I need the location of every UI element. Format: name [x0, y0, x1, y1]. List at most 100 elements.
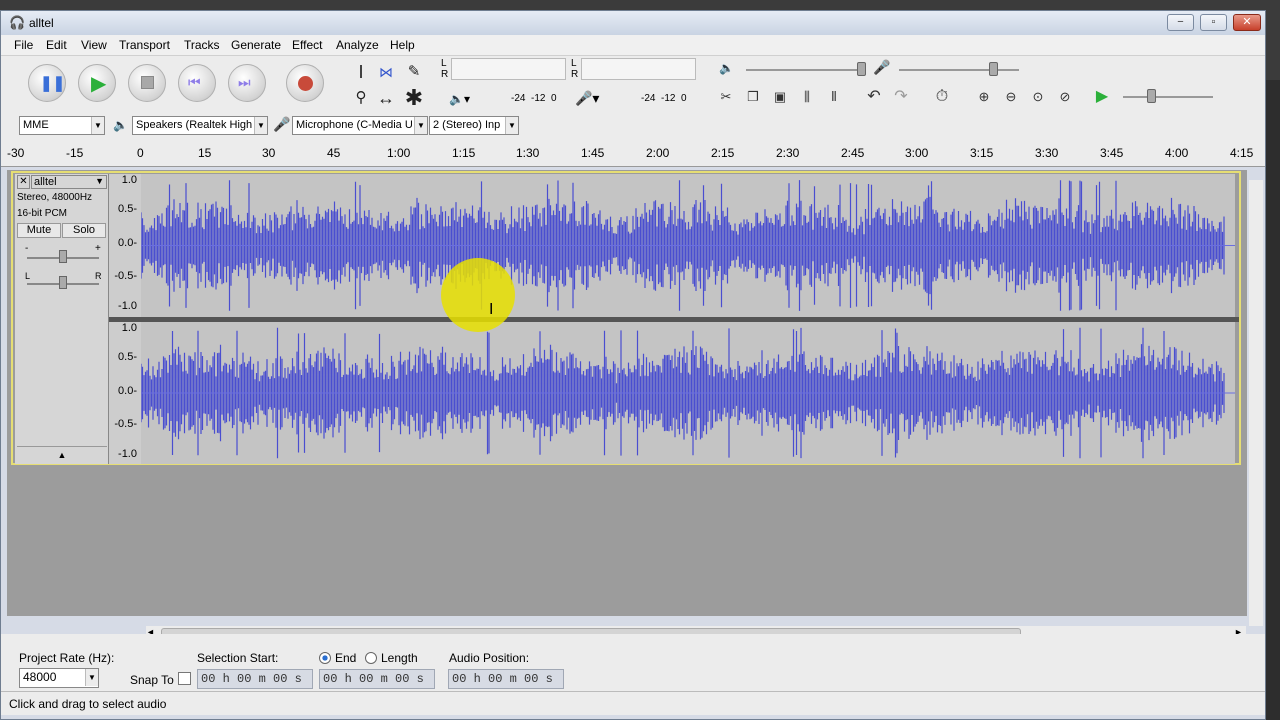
output-device-select[interactable]: Speakers (Realtek High ▼	[132, 116, 268, 135]
mute-button[interactable]: Mute	[17, 223, 61, 238]
collapse-track-button[interactable]: ▲	[17, 446, 107, 462]
speaker-icon[interactable]: 🔈▾	[449, 92, 470, 106]
length-radio[interactable]	[365, 652, 377, 664]
ruler-label: 3:30	[1035, 146, 1059, 160]
close-window-button[interactable]: ✕	[1233, 14, 1261, 31]
output-volume-thumb[interactable]	[857, 62, 866, 76]
menu-help[interactable]: Help	[390, 38, 415, 52]
menu-effect[interactable]: Effect	[292, 38, 322, 52]
menu-analyze[interactable]: Analyze	[336, 38, 379, 52]
output-volume-slider[interactable]	[746, 69, 866, 71]
input-device-select[interactable]: Microphone (C-Media U ▼	[292, 116, 428, 135]
play-speed-thumb[interactable]	[1147, 89, 1156, 103]
play-speed-slider[interactable]	[1123, 96, 1213, 98]
snap-to-label: Snap To	[130, 673, 174, 687]
record-button[interactable]	[286, 64, 324, 102]
input-volume-slider[interactable]	[899, 69, 1019, 71]
microphone-icon[interactable]: 🎤▾	[575, 90, 599, 107]
selection-start-value: 00 h 00 m 00 s	[201, 672, 302, 686]
pan-left-label: L	[25, 271, 31, 281]
timeline-ruler[interactable]: -30 -15 0 15 30 45 1:00 1:15 1:30 1:45 2…	[1, 142, 1265, 167]
track-area[interactable]: ✕ alltel ▼ Stereo, 48000Hz 16-bit PCM Mu…	[7, 170, 1263, 626]
vertical-scrollbar[interactable]	[1249, 180, 1263, 626]
vertical-scale-right-channel[interactable]: 1.0 0.5- 0.0- -0.5- -1.0	[109, 322, 141, 464]
title-bar: 🎧 alltel − ▫ ✕	[1, 11, 1265, 35]
menu-file[interactable]: File	[14, 38, 33, 52]
cut-icon[interactable]: ✂	[715, 85, 737, 107]
input-channels-select[interactable]: 2 (Stereo) Inp ▼	[429, 116, 519, 135]
audio-track[interactable]: ✕ alltel ▼ Stereo, 48000Hz 16-bit PCM Mu…	[11, 171, 1241, 465]
selection-end-value: 00 h 00 m 00 s	[323, 672, 424, 686]
stop-button[interactable]	[128, 64, 166, 102]
background-window-edge	[1266, 80, 1280, 720]
close-icon[interactable]: ✕	[17, 175, 30, 189]
silence-icon[interactable]: ⫴	[823, 85, 845, 107]
vertical-scale-left-channel[interactable]: 1.0 0.5- 0.0- -0.5- -1.0	[109, 174, 141, 317]
toolbars: ❚❚ ▶ ⏮ ⏭ I ⋈ ✎ ⚲ ↔ ✱ L R L R 🔈▾ -24 -12 …	[1, 55, 1265, 150]
selection-end-time[interactable]: 00 h 00 m 00 s	[319, 669, 435, 689]
meter-right-label: R	[441, 69, 449, 80]
menu-edit[interactable]: Edit	[46, 38, 67, 52]
menu-transport[interactable]: Transport	[119, 38, 170, 52]
ruler-label: 15	[198, 146, 212, 160]
fit-selection-icon[interactable]: ⊙	[1027, 85, 1049, 107]
gain-slider-thumb[interactable]	[59, 250, 67, 263]
chevron-down-icon: ▼	[414, 117, 427, 134]
ruler-label: 1:45	[581, 146, 605, 160]
play-button[interactable]: ▶	[78, 64, 116, 102]
undo-icon[interactable]: ↶	[863, 85, 885, 107]
selection-start-time[interactable]: 00 h 00 m 00 s	[197, 669, 313, 689]
zoom-tool-icon[interactable]: ⚲	[349, 86, 373, 110]
trim-icon[interactable]: ⫼	[796, 85, 818, 107]
fit-project-icon[interactable]: ⊘	[1054, 85, 1076, 107]
selection-tool-icon[interactable]: I	[349, 60, 373, 84]
track-name-menu[interactable]: alltel ▼	[31, 175, 107, 189]
audio-host-select[interactable]: MME ▼	[19, 116, 105, 135]
maximize-button[interactable]: ▫	[1200, 14, 1227, 31]
zoom-in-icon[interactable]: ⊕	[973, 85, 995, 107]
playback-meter-scale: -24 -12 0	[511, 93, 557, 104]
input-channels-value: 2 (Stereo) Inp	[433, 119, 501, 131]
sync-lock-icon[interactable]: ⏱	[931, 85, 953, 107]
audio-position-time[interactable]: 00 h 00 m 00 s	[448, 669, 564, 689]
track-bitdepth-info: 16-bit PCM	[17, 208, 68, 219]
input-volume-thumb[interactable]	[989, 62, 998, 76]
ruler-label: 4:00	[1165, 146, 1189, 160]
menu-view[interactable]: View	[81, 38, 107, 52]
snap-to-checkbox[interactable]	[178, 672, 191, 685]
redo-icon[interactable]: ↷	[890, 85, 912, 107]
minimize-button[interactable]: −	[1167, 14, 1194, 31]
solo-label: Solo	[72, 224, 96, 236]
pan-slider-thumb[interactable]	[59, 276, 67, 289]
window-title: alltel	[29, 16, 54, 30]
paste-icon[interactable]: ▣	[769, 85, 791, 107]
ruler-label: 1:30	[516, 146, 540, 160]
menu-generate[interactable]: Generate	[231, 38, 281, 52]
skip-to-start-button[interactable]: ⏮	[178, 64, 216, 102]
ruler-label: 2:45	[841, 146, 865, 160]
copy-icon[interactable]: ❐	[742, 85, 764, 107]
waveform-right-channel[interactable]	[141, 322, 1235, 464]
timeshift-tool-icon[interactable]: ↔	[374, 86, 398, 110]
output-volume-icon: 🔈	[719, 61, 734, 75]
ruler-label: 2:30	[776, 146, 800, 160]
multi-tool-icon[interactable]: ✱	[402, 86, 426, 110]
play-at-speed-icon[interactable]: ▶	[1091, 85, 1113, 107]
playback-meter[interactable]	[451, 58, 566, 80]
end-radio[interactable]	[319, 652, 331, 664]
pause-button[interactable]: ❚❚	[28, 64, 66, 102]
record-meter[interactable]	[581, 58, 696, 80]
waveform-left-channel[interactable]	[141, 174, 1235, 317]
scale-label: -0.5-	[114, 418, 137, 430]
solo-button[interactable]: Solo	[62, 223, 106, 238]
skip-to-end-button[interactable]: ⏭	[228, 64, 266, 102]
zoom-out-icon[interactable]: ⊖	[1000, 85, 1022, 107]
ruler-label: -15	[66, 146, 84, 160]
envelope-tool-icon[interactable]: ⋈	[374, 60, 398, 84]
draw-tool-icon[interactable]: ✎	[402, 60, 426, 84]
project-rate-label: Project Rate (Hz):	[19, 651, 115, 665]
menu-tracks[interactable]: Tracks	[184, 38, 220, 52]
scale-label: 0.5-	[118, 203, 137, 215]
project-rate-select[interactable]: 48000 ▼	[19, 668, 99, 688]
record-icon	[298, 76, 313, 91]
